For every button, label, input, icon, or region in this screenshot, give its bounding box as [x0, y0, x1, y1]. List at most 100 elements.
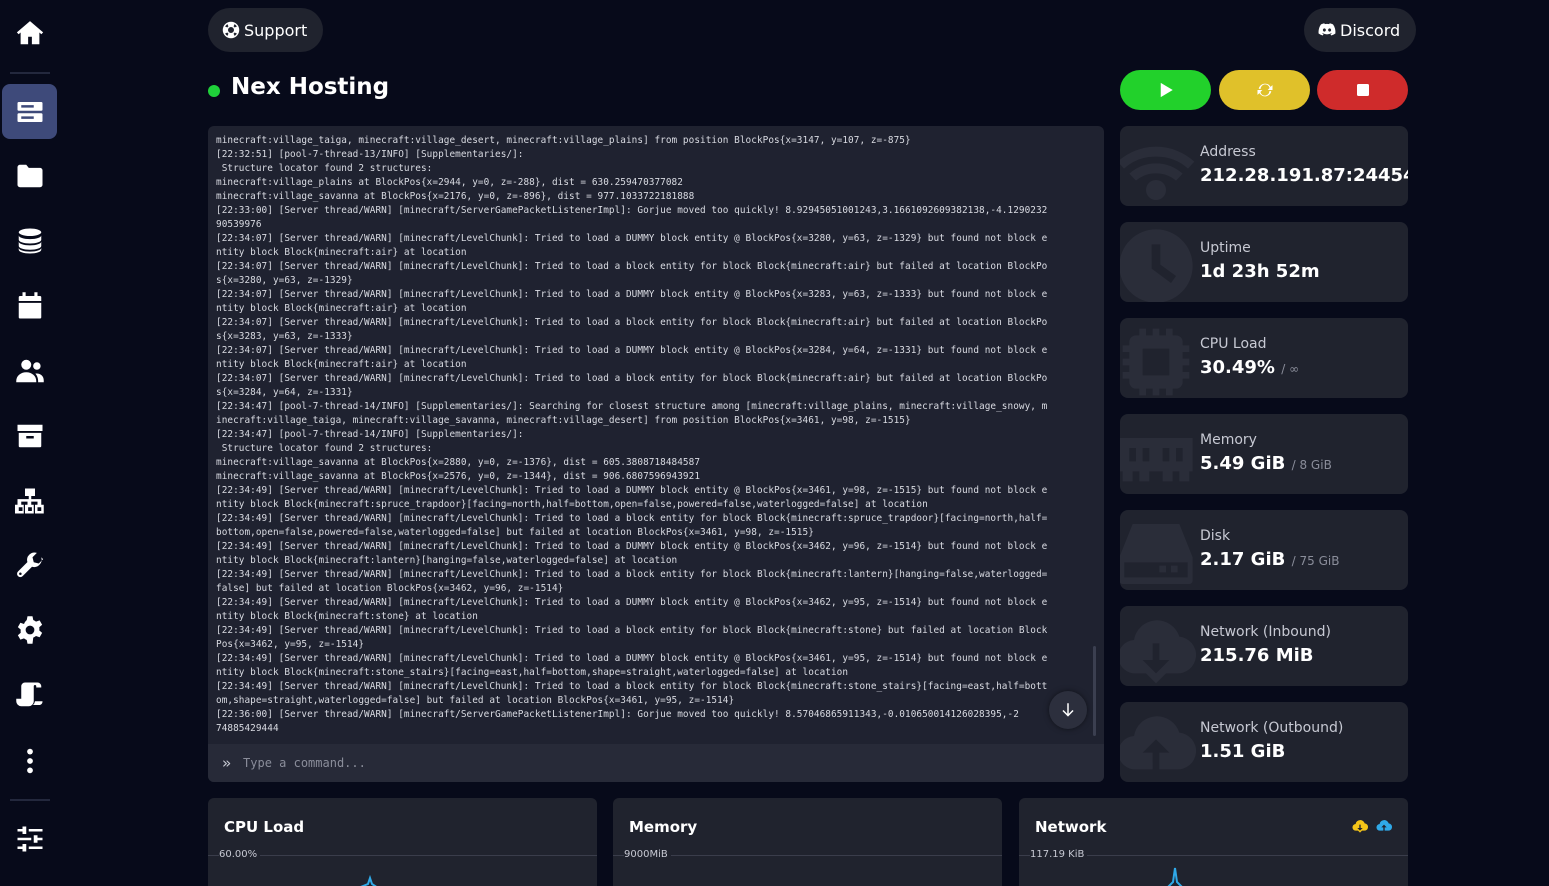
cloud-download-legend-icon[interactable] [1352, 818, 1368, 834]
console-line: [22:33:00] [Server thread/WARN] [minecra… [216, 205, 1048, 216]
console-line: inecraft:village_taiga, minecraft:villag… [216, 415, 911, 426]
hdd-icon [1120, 524, 1193, 584]
console-line: [22:34:49] [Server thread/WARN] [minecra… [216, 653, 1048, 664]
graph-y-max-label: 9000MiB [624, 849, 671, 860]
nav-divider [10, 799, 50, 801]
graph-card-network: Network 117.19 KiB [1019, 798, 1408, 886]
stat-card-disk[interactable]: Disk 2.17 GiB / 75 GiB [1120, 510, 1408, 590]
stat-card-network-inbound[interactable]: Network (Inbound) 215.76 MiB [1120, 606, 1408, 686]
users-icon [15, 359, 44, 382]
status-indicator [208, 85, 220, 97]
console-line: 90539976 [216, 219, 262, 230]
nav-startup[interactable] [2, 538, 57, 593]
cpu-icon [1122, 328, 1190, 396]
console-line: ntity block Block{minecraft:air} at loca… [216, 247, 467, 258]
console-line: [22:36:00] [Server thread/WARN] [minecra… [216, 709, 1019, 720]
console-log[interactable]: minecraft:village_taiga, minecraft:villa… [208, 126, 1104, 744]
console-line: 74885429444 [216, 723, 279, 734]
clock-icon [1120, 229, 1193, 302]
stat-label: Disk [1200, 528, 1231, 544]
console-line: om,shape=straight,waterlogged=false] but… [216, 695, 735, 706]
stat-label: Memory [1200, 432, 1257, 448]
nav-console[interactable] [2, 84, 57, 139]
start-button[interactable] [1120, 70, 1211, 110]
network-icon [14, 488, 44, 513]
support-button[interactable]: Support [208, 8, 324, 52]
scroll-to-bottom-button[interactable] [1049, 691, 1087, 729]
console-line: ntity block Block{minecraft:stone_stairs… [216, 667, 849, 678]
graph-title: Network [1035, 818, 1107, 836]
nav-files[interactable] [2, 148, 57, 203]
nav-databases[interactable] [2, 213, 57, 268]
calendar-icon [18, 291, 41, 318]
restart-button[interactable] [1219, 70, 1310, 110]
nav-activity[interactable] [2, 667, 57, 722]
console-line: bottom,open=false,powered=false,waterlog… [216, 527, 814, 538]
nav-admin[interactable] [2, 811, 57, 866]
more-vertical-icon [26, 748, 33, 773]
stat-limit: / ∞ [1281, 362, 1300, 376]
memory-icon [1120, 438, 1193, 482]
console-line: minecraft:village_taiga, minecraft:villa… [216, 135, 911, 146]
console-line: [22:34:47] [pool-7-thread-14/INFO] [Supp… [216, 401, 1048, 412]
graph-card-cpu: CPU Load 60.00% [208, 798, 597, 886]
nav-more[interactable] [2, 733, 57, 788]
console-line: ntity block Block{minecraft:air} at loca… [216, 359, 467, 370]
support-label: Support [244, 20, 308, 40]
console-panel: minecraft:village_taiga, minecraft:villa… [208, 126, 1104, 782]
nav-home[interactable] [2, 5, 57, 60]
nav-divider [10, 72, 50, 74]
stat-label: Uptime [1200, 240, 1251, 256]
cloud-download-icon [1120, 620, 1196, 684]
command-input[interactable] [243, 756, 1064, 770]
discord-icon [1318, 23, 1336, 36]
cloud-upload-legend-icon[interactable] [1376, 818, 1392, 834]
console-line: Pos{x=3462, y=95, z=-1514} [216, 639, 365, 650]
nav-backups[interactable] [2, 408, 57, 463]
cpu-graph-line [360, 874, 377, 886]
console-line: [22:34:49] [Server thread/WARN] [minecra… [216, 513, 1048, 524]
sidebar [0, 0, 60, 886]
console-line: [22:34:07] [Server thread/WARN] [minecra… [216, 345, 1048, 356]
console-line: [22:34:07] [Server thread/WARN] [minecra… [216, 373, 1048, 384]
nav-network[interactable] [2, 473, 57, 528]
stat-card-uptime[interactable]: Uptime 1d 23h 52m [1120, 222, 1408, 302]
nav-settings[interactable] [2, 602, 57, 657]
stat-value: 1d 23h 52m [1200, 261, 1320, 282]
console-line: [22:34:07] [Server thread/WARN] [minecra… [216, 261, 1048, 272]
stat-label: Network (Outbound) [1200, 720, 1344, 736]
discord-button[interactable]: Discord [1304, 8, 1417, 52]
stat-card-address[interactable]: Address 212.28.191.87:24454 [1120, 126, 1408, 206]
console-line: [22:34:07] [Server thread/WARN] [minecra… [216, 289, 1048, 300]
graph-gridline [613, 855, 1002, 856]
console-scrollbar[interactable] [1093, 646, 1096, 736]
lifebuoy-icon [222, 21, 240, 39]
stop-button[interactable] [1317, 70, 1408, 110]
stat-card-memory[interactable]: Memory 5.49 GiB / 8 GiB [1120, 414, 1408, 494]
stop-icon [1356, 84, 1369, 96]
console-line: [22:32:51] [pool-7-thread-13/INFO] [Supp… [216, 149, 524, 160]
graph-gridline [208, 855, 597, 856]
stat-card-network-outbound[interactable]: Network (Outbound) 1.51 GiB [1120, 702, 1408, 782]
stat-value: 30.49% / ∞ [1200, 357, 1300, 378]
stat-limit: / 8 GiB [1291, 458, 1332, 472]
console-input-bar: » [208, 744, 1104, 782]
console-line: ntity block Block{minecraft:spruce_trapd… [216, 499, 928, 510]
sliders-icon [17, 826, 42, 851]
console-line: s{x=3280, y=63, z=-1329} [216, 275, 353, 286]
console-line: [22:34:07] [Server thread/WARN] [minecra… [216, 317, 1048, 328]
graph-title: Memory [629, 818, 698, 836]
console-line: [22:34:49] [Server thread/WARN] [minecra… [216, 681, 1048, 692]
console-line: [22:34:49] [Server thread/WARN] [minecra… [216, 485, 1048, 496]
console-line: [22:34:07] [Server thread/WARN] [minecra… [216, 233, 1048, 244]
stat-card-cpu[interactable]: CPU Load 30.49% / ∞ [1120, 318, 1408, 398]
nav-schedules[interactable] [2, 278, 57, 333]
network-graph-line [1167, 867, 1183, 886]
nav-users[interactable] [2, 343, 57, 398]
console-line: s{x=3284, y=64, z=-1331} [216, 387, 353, 398]
server-title: Nex Hosting [231, 74, 390, 100]
console-line: Structure locator found 2 structures: [216, 163, 433, 174]
console-line: [22:34:47] [pool-7-thread-14/INFO] [Supp… [216, 429, 524, 440]
console-line: [22:34:49] [Server thread/WARN] [minecra… [216, 597, 1048, 608]
sync-icon [1257, 83, 1272, 97]
